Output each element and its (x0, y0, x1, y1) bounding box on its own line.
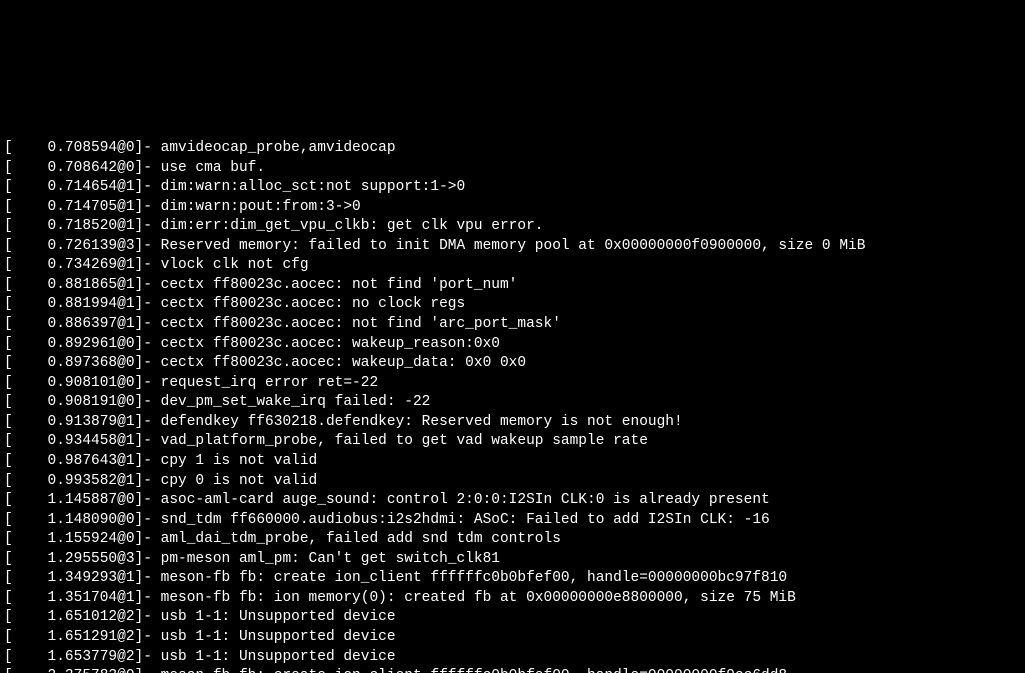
log-line: [ 0.913879@1]- defendkey ff630218.defend… (4, 413, 1021, 433)
log-line: [ 2.375783@0]- meson-fb fb: create ion_c… (4, 667, 1021, 673)
log-line: [ 0.881865@1]- cectx ff80023c.aocec: not… (4, 276, 1021, 296)
log-line: [ 0.987643@1]- cpy 1 is not valid (4, 452, 1021, 472)
log-line: [ 1.155924@0]- aml_dai_tdm_probe, failed… (4, 530, 1021, 550)
log-line: [ 0.734269@1]- vlock clk not cfg (4, 256, 1021, 276)
log-line: [ 0.908191@0]- dev_pm_set_wake_irq faile… (4, 393, 1021, 413)
log-line: [ 1.651291@2]- usb 1-1: Unsupported devi… (4, 628, 1021, 648)
log-line: [ 1.295550@3]- pm-meson aml_pm: Can't ge… (4, 550, 1021, 570)
log-line: [ 0.897368@0]- cectx ff80023c.aocec: wak… (4, 354, 1021, 374)
log-line: [ 0.881994@1]- cectx ff80023c.aocec: no … (4, 295, 1021, 315)
log-line: [ 1.145887@0]- asoc-aml-card auge_sound:… (4, 491, 1021, 511)
log-line: [ 0.908101@0]- request_irq error ret=-22 (4, 374, 1021, 394)
log-line: [ 0.726139@3]- Reserved memory: failed t… (4, 237, 1021, 257)
log-line: [ 0.892961@0]- cectx ff80023c.aocec: wak… (4, 335, 1021, 355)
log-line: [ 0.714654@1]- dim:warn:alloc_sct:not su… (4, 178, 1021, 198)
log-line: [ 0.708642@0]- use cma buf. (4, 159, 1021, 179)
log-line: [ 1.148090@0]- snd_tdm ff660000.audiobus… (4, 511, 1021, 531)
log-line: [ 0.934458@1]- vad_platform_probe, faile… (4, 432, 1021, 452)
log-line: [ 1.349293@1]- meson-fb fb: create ion_c… (4, 569, 1021, 589)
log-line: [ 1.653779@2]- usb 1-1: Unsupported devi… (4, 648, 1021, 668)
log-line: [ 1.351704@1]- meson-fb fb: ion memory(0… (4, 589, 1021, 609)
log-line: [ 0.718520@1]- dim:err:dim_get_vpu_clkb:… (4, 217, 1021, 237)
log-line: [ 0.708594@0]- amvideocap_probe,amvideoc… (4, 139, 1021, 159)
log-line: [ 0.714705@1]- dim:warn:pout:from:3->0 (4, 198, 1021, 218)
log-line: [ 0.886397@1]- cectx ff80023c.aocec: not… (4, 315, 1021, 335)
log-line: [ 0.993582@1]- cpy 0 is not valid (4, 472, 1021, 492)
log-line: [ 1.651012@2]- usb 1-1: Unsupported devi… (4, 608, 1021, 628)
kernel-log: [ 0.708594@0]- amvideocap_probe,amvideoc… (4, 139, 1021, 673)
